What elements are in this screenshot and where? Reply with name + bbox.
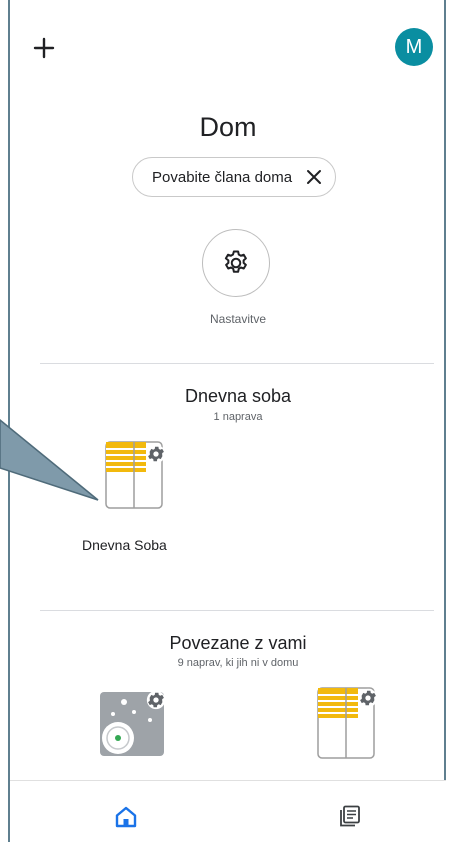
feed-icon[interactable] — [338, 804, 362, 828]
room-title: Dnevna soba — [184, 386, 292, 406]
gear-icon — [224, 250, 247, 273]
divider — [40, 363, 434, 364]
gear-icon — [358, 688, 378, 708]
plus-icon — [33, 37, 55, 59]
close-icon[interactable] — [305, 168, 323, 186]
gear-icon — [146, 444, 166, 464]
room-device-count: 1 naprava — [213, 411, 263, 423]
invite-chip-label: Povabite člana doma — [152, 169, 293, 186]
device-tile-blinds[interactable] — [312, 686, 382, 762]
settings-button[interactable] — [202, 229, 270, 297]
divider — [40, 610, 434, 611]
bottom-nav — [10, 780, 446, 843]
avatar[interactable]: M — [395, 28, 433, 66]
device-label: Dnevna Soba — [82, 537, 167, 553]
linked-subtitle: 9 naprav, ki jih ni v domu — [177, 657, 299, 669]
home-icon[interactable] — [114, 805, 138, 829]
page-title: Dom — [199, 112, 257, 142]
invite-member-chip[interactable]: Povabite člana doma — [132, 157, 336, 197]
settings-label: Nastavitve — [209, 312, 267, 326]
add-button[interactable] — [30, 34, 58, 62]
device-tile-blinds[interactable] — [100, 440, 170, 512]
device-tile-camera[interactable] — [98, 690, 170, 760]
linked-title: Povezane z vami — [169, 633, 307, 653]
gear-icon — [146, 690, 166, 710]
